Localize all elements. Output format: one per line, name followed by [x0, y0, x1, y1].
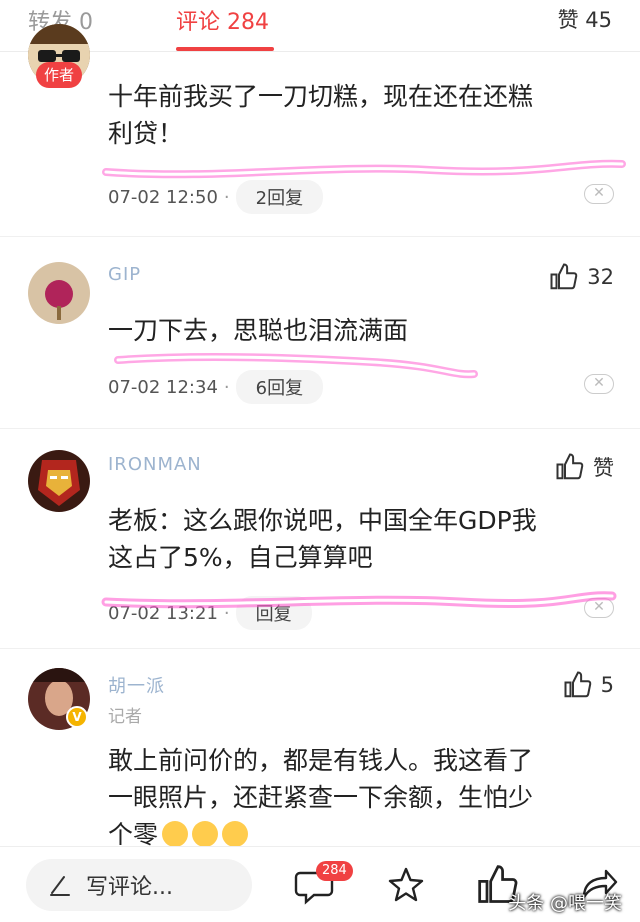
username[interactable]: IRONMAN	[108, 454, 202, 475]
verified-badge: V	[66, 706, 88, 728]
username[interactable]: GIP	[108, 264, 141, 285]
write-comment-placeholder: 写评论...	[86, 875, 173, 900]
close-icon[interactable]: ✕	[584, 598, 614, 618]
comment-time: 07-02 12:34	[108, 376, 218, 398]
username[interactable]: 胡一派	[108, 672, 165, 698]
like-count: 5	[600, 673, 614, 697]
emoji-icon	[222, 821, 249, 846]
like-count: 32	[587, 265, 614, 289]
like-count: 赞	[593, 456, 614, 480]
comment-text: 十年前我买了一刀切糕，现在还在还糕 利贷！	[108, 82, 534, 148]
avatar[interactable]	[28, 450, 90, 512]
comment-time: 07-02 13:21	[108, 602, 218, 624]
watermark: 头条 @喂一笑	[508, 893, 622, 914]
close-icon[interactable]: ✕	[584, 184, 614, 204]
thumbs-up-icon	[556, 453, 584, 480]
comment-meta: 07-02 12:34 · 6回复	[108, 370, 324, 404]
comment-meta: 07-02 12:50 · 2回复	[108, 180, 324, 214]
user-title: 记者	[108, 707, 142, 727]
like-button[interactable]: 赞	[555, 452, 614, 482]
thumbs-up-icon	[550, 263, 578, 290]
comment-meta: 07-02 13:21 · 回复	[108, 596, 312, 630]
comment-tabs: 转发 0 评论 284 赞 45	[0, 0, 640, 52]
divider	[0, 236, 640, 237]
comment-text: 老板：这么跟你说吧，中国全年GDP我 这占了5%，自己算算吧	[108, 506, 537, 572]
like-button[interactable]: 5	[563, 670, 614, 700]
reply-count-button[interactable]: 2回复	[235, 180, 324, 214]
divider	[0, 428, 640, 429]
tab-likes[interactable]: 赞 45	[558, 4, 612, 34]
reply-count-button[interactable]: 6回复	[235, 370, 324, 404]
bottom-toolbar: 写评论... 284 头条 @喂一笑	[0, 846, 640, 922]
author-badge: 作者	[36, 62, 82, 88]
thumbs-up-icon	[564, 671, 591, 698]
emoji-icon	[192, 821, 219, 846]
avatar[interactable]	[28, 262, 90, 324]
emoji-icon	[162, 821, 189, 846]
close-icon[interactable]: ✕	[584, 374, 614, 394]
pencil-icon	[50, 876, 70, 896]
like-button[interactable]: 32	[549, 262, 614, 292]
comment-count-badge: 284	[316, 861, 353, 881]
comment-text: 敢上前问价的，都是有钱人。我这看了 一眼照片，还赶紧查一下余额，生怕少 个零	[108, 746, 534, 846]
star-icon[interactable]	[384, 863, 428, 907]
comment-text: 一刀下去，思聪也泪流满面	[108, 316, 409, 345]
active-tab-indicator	[176, 47, 274, 51]
divider	[0, 648, 640, 649]
write-comment-input[interactable]: 写评论...	[26, 859, 252, 911]
comment-time: 07-02 12:50	[108, 186, 218, 208]
reply-count-button[interactable]: 回复	[235, 596, 312, 630]
